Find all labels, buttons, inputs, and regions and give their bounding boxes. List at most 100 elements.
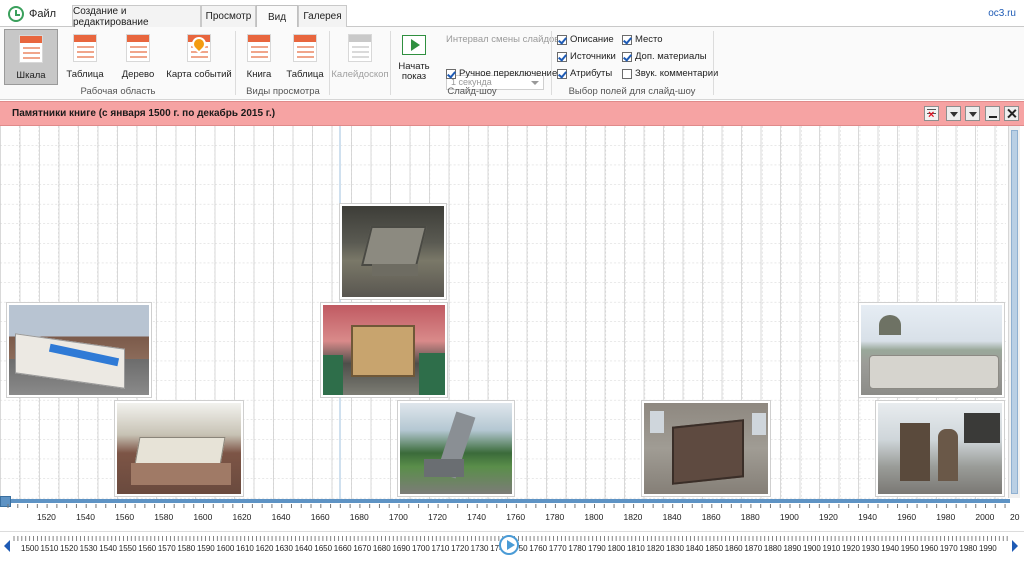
overview-year-label: 1590 [196, 544, 215, 553]
scale-icon [19, 35, 43, 63]
ruler-year-label: 1900 [779, 512, 799, 522]
scale-button[interactable]: Шкала [4, 29, 58, 85]
ruler-year-label: 1920 [819, 512, 838, 522]
book-icon [247, 34, 271, 62]
group-separator [713, 31, 714, 95]
field-audio-comments-checkbox[interactable]: Звук. комментарии [622, 68, 718, 79]
overview-year-label: 1720 [451, 544, 469, 553]
table-view-icon [293, 34, 317, 62]
monument-photo-card[interactable] [858, 302, 1005, 398]
field-sources-label: Источники [570, 51, 616, 62]
overview-year-label: 1820 [646, 544, 665, 553]
overview-year-label: 1910 [822, 544, 841, 553]
overview-year-label: 1630 [275, 544, 293, 553]
ruler-year-label: 1780 [545, 512, 565, 522]
tab-create-edit[interactable]: Создание и редактирование [72, 5, 201, 28]
ruler-year-label: 20 [1010, 512, 1020, 522]
minimize-button[interactable] [985, 106, 1000, 121]
ruler-year-label: 1820 [623, 512, 643, 522]
timeline-title: Памятники книге (с января 1500 г. по дек… [12, 108, 276, 119]
ruler-year-label: 1660 [310, 512, 330, 522]
overview-year-label: 1550 [118, 544, 137, 553]
clock-icon [8, 6, 24, 22]
overview-year-label: 1970 [939, 544, 958, 553]
clear-filter-button[interactable] [924, 106, 939, 121]
book-view-button[interactable]: Книга [240, 29, 278, 85]
monument-photo-card[interactable] [397, 400, 515, 497]
vertical-scrollbar-thumb[interactable] [1011, 130, 1018, 494]
table-button[interactable]: Таблица [62, 29, 108, 85]
field-attributes-checkbox[interactable]: Атрибуты [557, 68, 612, 79]
timeline-header: Памятники книге (с января 1500 г. по дек… [0, 101, 1024, 126]
overview-year-label: 1730 [470, 544, 489, 553]
checkbox-checked-icon [557, 34, 567, 45]
monument-photo-card[interactable] [641, 400, 771, 497]
checkbox-checked-icon [557, 68, 567, 79]
close-button[interactable] [1004, 106, 1019, 121]
ruler-year-label: 1880 [740, 512, 760, 522]
event-map-button[interactable]: Карта событий [166, 29, 232, 85]
ruler-year-label: 1740 [467, 512, 487, 522]
overview-year-label: 1830 [666, 544, 684, 553]
overview-year-label: 1660 [333, 544, 352, 553]
overview-year-label: 1860 [724, 544, 743, 553]
monument-photo-card[interactable] [339, 203, 447, 300]
kaleidoscope-button[interactable]: Калейдоскоп [331, 29, 389, 85]
field-extra-materials-checkbox[interactable]: Доп. материалы [622, 51, 707, 62]
overview-year-label: 1620 [255, 544, 274, 553]
monument-photo-card[interactable] [114, 400, 244, 497]
field-place-checkbox[interactable]: Место [622, 34, 663, 45]
overview-year-label: 1610 [236, 544, 254, 553]
monument-photo-card[interactable] [320, 302, 448, 398]
expand-button[interactable] [965, 106, 980, 121]
tab-bar: Файл Создание и редактирование Просмотр … [0, 0, 1024, 28]
ruler-year-label: 1940 [858, 512, 878, 522]
book-view-label: Книга [246, 69, 272, 80]
field-extra-materials-label: Доп. материалы [635, 51, 707, 62]
overview-year-label: 1690 [392, 544, 411, 553]
overview-year-label: 1890 [783, 544, 802, 553]
table-icon [73, 34, 97, 62]
ruler-year-label: 2000 [975, 512, 995, 522]
overview-year-label: 1850 [705, 544, 724, 553]
tab-vid[interactable]: Вид [256, 5, 298, 28]
checkbox-checked-icon [622, 34, 632, 45]
overview-ruler[interactable]: 1500 1510 1520 1530 1540 1550 1560 1570 1580 1590… [0, 531, 1024, 562]
manual-switch-label: Ручное переключение [459, 68, 558, 79]
tab-gallery[interactable]: Галерея [298, 5, 347, 27]
tree-button[interactable]: Дерево [116, 29, 160, 85]
timeline-canvas[interactable] [0, 126, 1006, 499]
overview-year-label: 1560 [138, 544, 157, 553]
monument-photo-card[interactable] [6, 302, 152, 398]
field-attributes-label: Атрибуты [570, 68, 613, 79]
table-view-button[interactable]: Таблица [283, 29, 327, 85]
vertical-scrollbar[interactable] [1008, 126, 1020, 498]
scale-button-label: Шкала [16, 70, 46, 81]
ruler-year-label: 1680 [349, 512, 369, 522]
play-icon[interactable] [499, 535, 519, 555]
overview-year-label: 1800 [607, 544, 626, 553]
overview-year-label: 1700 [412, 544, 430, 553]
collapse-button[interactable] [946, 106, 961, 121]
overview-year-label: 1980 [959, 544, 978, 553]
timeline-ruler[interactable]: 1520 1540 1560 1580 1600 1620 1640 1660 1680 1700… [0, 496, 1024, 527]
start-slideshow-button[interactable]: Начать показ [394, 29, 434, 85]
overview-year-label: 1530 [79, 544, 98, 553]
brand-link[interactable]: oc3.ru [988, 8, 1016, 19]
field-place-label: Место [635, 34, 663, 45]
tab-view-mode[interactable]: Просмотр [201, 5, 256, 27]
overview-year-label: 1930 [861, 544, 880, 553]
overview-year-label: 1940 [881, 544, 899, 553]
ruler-year-label: 1960 [897, 512, 917, 522]
overview-year-label: 1570 [157, 544, 176, 553]
field-sources-checkbox[interactable]: Источники [557, 51, 616, 62]
overview-year-label: 1680 [372, 544, 391, 553]
overview-year-label: 1640 [294, 544, 313, 553]
monument-photo-card[interactable] [875, 400, 1005, 497]
overview-year-label: 1600 [216, 544, 235, 553]
file-menu[interactable]: Файл [8, 4, 56, 24]
overview-year-label: 1790 [587, 544, 606, 553]
kaleidoscope-icon [348, 34, 372, 62]
manual-switch-checkbox[interactable]: Ручное переключение [446, 68, 557, 79]
field-description-checkbox[interactable]: Описание [557, 34, 614, 45]
